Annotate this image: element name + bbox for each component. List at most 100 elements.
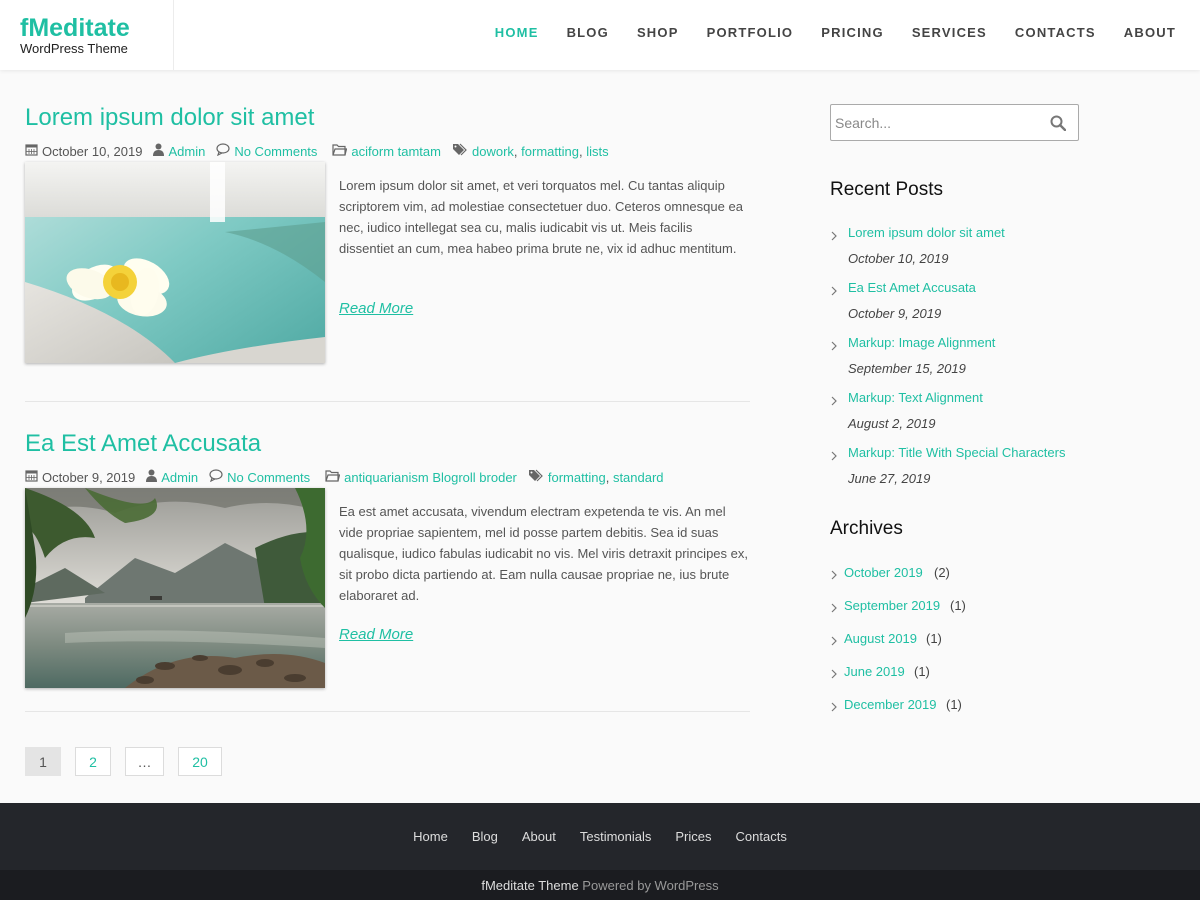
post-author-link[interactable]: Admin — [168, 144, 205, 160]
page-ellipsis: … — [125, 747, 164, 776]
footer-credits: fMeditate Theme Powered by WordPress — [0, 870, 1200, 900]
footer-link-contacts[interactable]: Contacts — [736, 829, 787, 844]
powered-by-text: Powered by WordPress — [582, 878, 719, 893]
folder-icon — [332, 143, 348, 160]
post-category-link[interactable]: antiquarianism Blogroll broder — [344, 470, 517, 486]
footer-nav: Home Blog About Testimonials Prices Cont… — [0, 829, 1200, 844]
site-description: WordPress Theme — [20, 41, 128, 56]
post-meta: October 9, 2019 Admin No Comments antiqu… — [25, 469, 675, 486]
recent-posts-title: Recent Posts — [830, 179, 943, 200]
nav-item-shop[interactable]: SHOP — [637, 25, 679, 41]
archive-link[interactable]: December 2019 — [844, 697, 937, 712]
nav-item-services[interactable]: SERVICES — [912, 25, 987, 41]
list-item: June 2019 (1) — [830, 661, 1130, 694]
archive-count: (1) — [950, 598, 966, 613]
nav-item-home[interactable]: HOME — [495, 25, 539, 41]
archive-link[interactable]: August 2019 — [844, 631, 917, 646]
chevron-right-icon — [830, 568, 838, 583]
comment-icon — [209, 469, 223, 486]
site-header: fMeditate WordPress Theme HOME BLOG SHOP… — [0, 0, 1200, 70]
list-item: September 2019 (1) — [830, 595, 1130, 628]
page-current: 1 — [25, 747, 61, 776]
recent-post-date: October 10, 2019 — [848, 251, 949, 266]
archive-link[interactable]: October 2019 — [844, 565, 923, 580]
post-comments-link[interactable]: No Comments — [227, 470, 310, 486]
post-author-link[interactable]: Admin — [161, 470, 198, 486]
site-title-link[interactable]: fMeditate — [20, 14, 173, 42]
chevron-right-icon — [830, 283, 838, 299]
folder-icon — [325, 469, 341, 486]
nav-item-blog[interactable]: BLOG — [567, 25, 609, 41]
tags-icon — [528, 469, 544, 486]
post-article: Lorem ipsum dolor sit amet October 10, 2… — [25, 102, 750, 402]
archive-count: (2) — [934, 565, 950, 580]
footer-link-about[interactable]: About — [522, 829, 556, 844]
post-category-link[interactable]: aciform tamtam — [351, 144, 441, 160]
list-item: Ea Est Amet Accusata October 9, 2019 — [830, 277, 1130, 332]
footer-link-testimonials[interactable]: Testimonials — [580, 829, 652, 844]
footer-link-prices[interactable]: Prices — [675, 829, 711, 844]
search-icon[interactable] — [1050, 115, 1067, 134]
page-link-last[interactable]: 20 — [178, 747, 222, 776]
chevron-right-icon — [830, 634, 838, 649]
nav-item-contacts[interactable]: CONTACTS — [1015, 25, 1096, 41]
chevron-right-icon — [830, 338, 838, 354]
nav-item-about[interactable]: ABOUT — [1124, 25, 1176, 41]
footer-link-blog[interactable]: Blog — [472, 829, 498, 844]
post-thumbnail-lake-image[interactable] — [25, 488, 325, 688]
recent-post-date: September 15, 2019 — [848, 361, 966, 376]
list-item: Markup: Title With Special Characters Ju… — [830, 442, 1130, 497]
chevron-right-icon — [830, 667, 838, 682]
recent-post-link[interactable]: Lorem ipsum dolor sit amet — [848, 225, 1005, 240]
post-title-link[interactable]: Ea Est Amet Accusata — [25, 428, 261, 460]
footer-link-home[interactable]: Home — [413, 829, 448, 844]
archive-count: (1) — [926, 631, 942, 646]
post-tag-link[interactable]: lists — [586, 144, 608, 160]
recent-post-link[interactable]: Ea Est Amet Accusata — [848, 280, 976, 295]
chevron-right-icon — [830, 228, 838, 244]
chevron-right-icon — [830, 601, 838, 616]
nav-item-portfolio[interactable]: PORTFOLIO — [707, 25, 794, 41]
list-item: Markup: Text Alignment August 2, 2019 — [830, 387, 1130, 442]
archive-link[interactable]: June 2019 — [844, 664, 905, 679]
recent-post-link[interactable]: Markup: Text Alignment — [848, 390, 983, 405]
chevron-right-icon — [830, 448, 838, 464]
page-link[interactable]: 2 — [75, 747, 111, 776]
calendar-icon — [25, 143, 38, 160]
recent-post-date: October 9, 2019 — [848, 306, 942, 321]
user-icon — [153, 143, 165, 160]
post-excerpt: Lorem ipsum dolor sit amet, et veri torq… — [339, 178, 743, 256]
post-title-link[interactable]: Lorem ipsum dolor sit amet — [25, 102, 314, 134]
post-tag-link[interactable]: formatting — [521, 144, 579, 160]
chevron-right-icon — [830, 700, 838, 715]
tags-icon — [452, 143, 468, 160]
post-tag-link[interactable]: standard — [613, 470, 664, 486]
post-tag-link[interactable]: formatting — [548, 470, 606, 486]
recent-post-date: August 2, 2019 — [848, 416, 936, 431]
post-excerpt: Ea est amet accusata, vivendum electram … — [339, 504, 748, 603]
calendar-icon — [25, 469, 38, 486]
site-footer: Home Blog About Testimonials Prices Cont… — [0, 803, 1200, 870]
post-article: Ea Est Amet Accusata October 9, 2019 Adm… — [25, 428, 750, 712]
read-more-link[interactable]: Read More — [339, 626, 413, 643]
archive-count: (1) — [914, 664, 930, 679]
theme-credit-link[interactable]: fMeditate Theme — [481, 878, 578, 893]
post-thumbnail-plumeria-image[interactable] — [25, 162, 325, 363]
read-more-link[interactable]: Read More — [339, 300, 413, 317]
chevron-right-icon — [830, 393, 838, 409]
recent-post-date: June 27, 2019 — [848, 471, 931, 486]
post-tag-link[interactable]: dowork — [472, 144, 514, 160]
recent-post-link[interactable]: Markup: Image Alignment — [848, 335, 995, 350]
list-item: December 2019 (1) — [830, 694, 1130, 727]
search-input[interactable] — [831, 105, 1041, 140]
archive-link[interactable]: September 2019 — [844, 598, 940, 613]
main-nav: HOME BLOG SHOP PORTFOLIO PRICING SERVICE… — [467, 25, 1176, 41]
comment-icon — [216, 143, 230, 160]
archives-list: October 2019 (2) September 2019 (1) Augu… — [830, 562, 1130, 727]
user-icon — [146, 469, 158, 486]
list-item: Lorem ipsum dolor sit amet October 10, 2… — [830, 222, 1130, 277]
nav-item-pricing[interactable]: PRICING — [821, 25, 884, 41]
recent-post-link[interactable]: Markup: Title With Special Characters — [848, 445, 1065, 460]
post-comments-link[interactable]: No Comments — [234, 144, 317, 160]
list-item: October 2019 (2) — [830, 562, 1130, 595]
